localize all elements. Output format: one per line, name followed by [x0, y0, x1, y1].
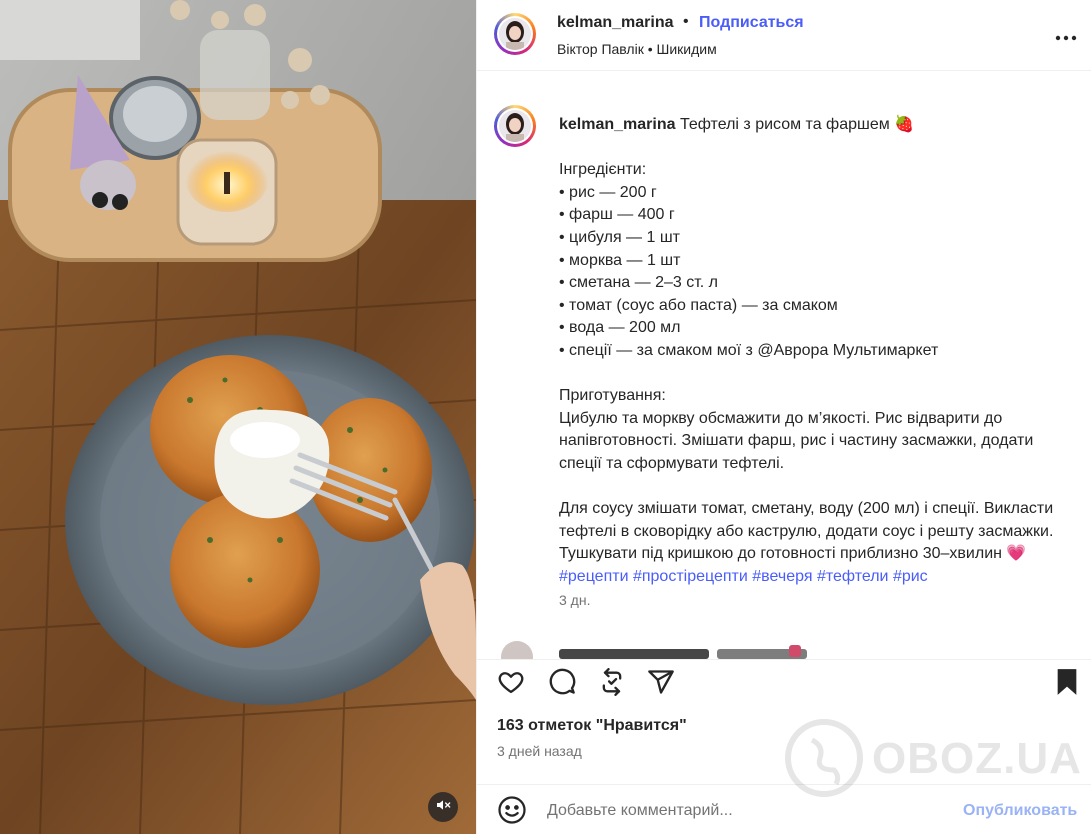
caption-title: Тефтелі з рисом та фаршем — [679, 116, 890, 133]
action-bar — [477, 659, 1091, 710]
method-header: Приготування: — [559, 387, 666, 405]
hashtag-link[interactable]: #вечеря — [752, 568, 812, 585]
hashtag-link[interactable]: #рецепти — [559, 568, 629, 585]
save-button[interactable] — [1051, 668, 1083, 700]
hashtag-link[interactable]: #тефтели — [817, 568, 889, 585]
avatar[interactable] — [494, 13, 536, 55]
ingredient-item: • вода — 200 мл — [559, 319, 681, 337]
caption-age: 3 дн. — [559, 592, 591, 608]
mute-button[interactable] — [428, 792, 458, 822]
bookmark-icon — [1054, 668, 1080, 701]
post-video[interactable] — [0, 0, 476, 834]
emoji-button[interactable] — [497, 795, 527, 825]
more-dots-icon — [1053, 31, 1079, 48]
ingredient-item: • томат (соус або паста) — за смаком — [559, 296, 838, 314]
comments-scroll-area[interactable]: kelman_marina Тефтелі з рисом та фаршем … — [477, 71, 1091, 659]
ingredients-header: Інгредієнти: — [559, 161, 647, 179]
comment-icon — [548, 668, 576, 701]
header-separator: • — [683, 13, 689, 30]
ingredient-item: • сметана — 2–3 ст. л — [559, 274, 719, 292]
ingredient-item: • цибуля — 1 шт — [559, 228, 681, 246]
post-date: 3 дней назад — [497, 743, 582, 759]
follow-button[interactable]: Подписаться — [699, 14, 804, 32]
method-step-1: Цибулю та моркву обсмажити до м’якості. … — [559, 409, 1038, 472]
share-icon — [647, 668, 675, 701]
speaker-muted-icon — [435, 797, 451, 818]
share-button[interactable] — [645, 668, 677, 700]
repost-button[interactable] — [596, 667, 628, 701]
ingredient-item: • спеції — за смаком мої з @Аврора Мульт… — [559, 341, 939, 359]
comment-bar: Опубликовать — [477, 784, 1091, 835]
comment-input[interactable] — [545, 797, 949, 825]
avatar-image — [499, 110, 531, 142]
repost-icon — [598, 667, 626, 701]
caption-avatar[interactable] — [494, 105, 536, 147]
strawberry-emoji: 🍓 — [894, 116, 915, 133]
heart-icon — [497, 668, 525, 701]
hashtag-link[interactable]: #рис — [893, 568, 928, 585]
method-step-2: Для соусу змішати томат, сметану, воду (… — [559, 500, 1058, 563]
heart-emoji: 💗 — [1006, 545, 1027, 563]
next-comment-partial — [497, 637, 1087, 659]
publish-button[interactable]: Опубликовать — [963, 802, 1077, 820]
caption-username[interactable]: kelman_marina — [559, 116, 676, 133]
ingredient-item: • фарш — 400 г — [559, 206, 675, 224]
header-username[interactable]: kelman_marina — [557, 14, 674, 32]
hashtag-link[interactable]: #простірецепти — [633, 568, 748, 585]
ingredient-item: • рис — 200 г — [559, 183, 657, 201]
smiley-icon — [497, 796, 527, 829]
post-header: kelman_marina • Подписаться Віктор Павлі… — [477, 0, 1091, 71]
avatar-image — [499, 18, 531, 50]
post-panel: kelman_marina • Подписаться Віктор Павлі… — [476, 0, 1091, 834]
more-options-button[interactable] — [1053, 24, 1079, 44]
audio-line[interactable]: Віктор Павлік • Шикидим — [557, 41, 717, 57]
food-photo — [0, 0, 476, 834]
like-button[interactable] — [495, 668, 527, 700]
ingredient-item: • морква — 1 шт — [559, 251, 681, 269]
likes-count[interactable]: 163 отметок "Нравится" — [497, 717, 687, 735]
post-caption: kelman_marina Тефтелі з рисом та фаршем … — [559, 114, 1079, 588]
comment-button[interactable] — [546, 668, 578, 700]
